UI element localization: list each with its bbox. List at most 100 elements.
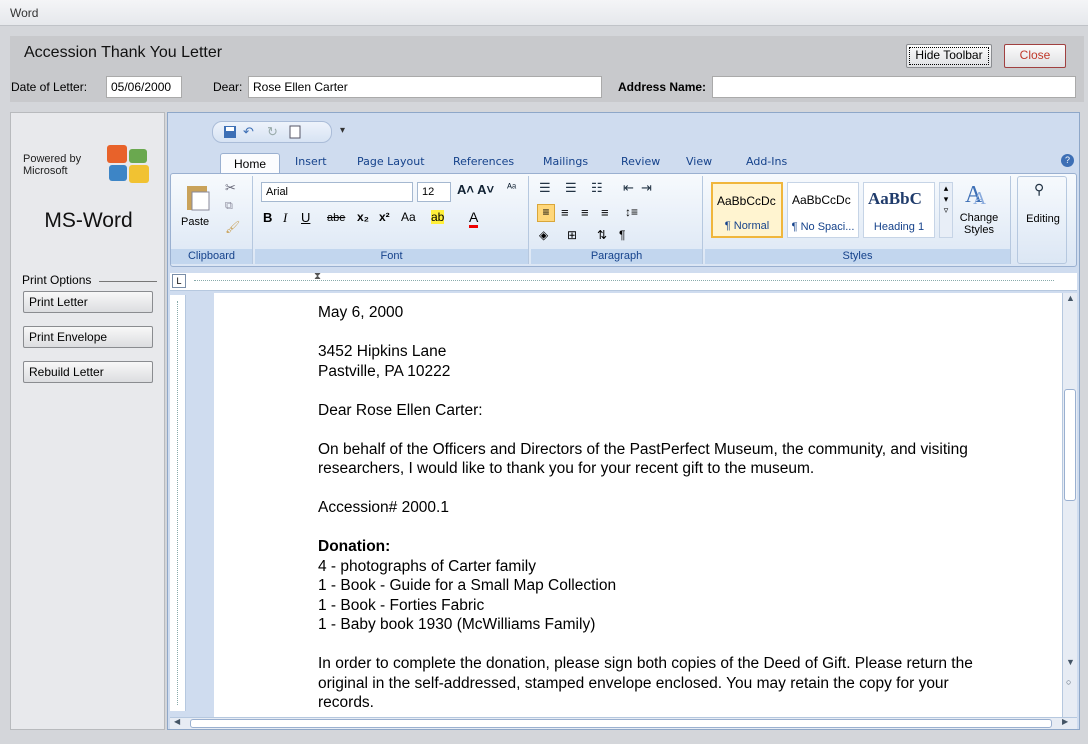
quick-access-toolbar: ↶ ↻	[212, 121, 332, 143]
change-case-icon[interactable]: Aa	[401, 210, 416, 224]
tab-home[interactable]: Home	[220, 153, 280, 175]
borders-icon[interactable]: ⊞	[567, 228, 577, 242]
tab-add-ins[interactable]: Add-Ins	[746, 155, 787, 168]
numbering-icon[interactable]: ☰	[565, 180, 577, 196]
address-line-2: Pastville, PA 10222	[318, 362, 451, 380]
format-painter-icon[interactable]: 🖌	[225, 220, 240, 234]
sort-icon[interactable]: ⇅	[597, 228, 607, 242]
styles-group: AaBbCcDc ¶ Normal AaBbCcDc ¶ No Spaci...…	[705, 176, 1011, 264]
change-styles-button[interactable]: Change Styles	[957, 212, 1001, 236]
tab-page-layout[interactable]: Page Layout	[357, 155, 425, 168]
tab-label: Home	[233, 157, 266, 171]
superscript-icon[interactable]: x²	[379, 210, 390, 224]
scroll-left-icon[interactable]: ◀	[174, 717, 180, 726]
style-preview: AaBbC	[868, 189, 922, 208]
browse-object-icon[interactable]: ○	[1066, 677, 1071, 687]
tab-review[interactable]: Review	[621, 155, 660, 168]
scroll-down-icon[interactable]: ▼	[1066, 657, 1075, 667]
close-button[interactable]: Close	[1004, 44, 1066, 68]
document-body[interactable]: May 6, 2000 3452 Hipkins Lane Pastville,…	[318, 303, 1008, 713]
donation-item: 1 - Baby book 1930 (McWilliams Family)	[318, 616, 596, 633]
new-document-icon[interactable]	[289, 125, 301, 139]
editing-group: ⚲ Editing	[1017, 176, 1067, 264]
style-normal[interactable]: AaBbCcDc ¶ Normal	[711, 182, 783, 238]
undo-icon[interactable]: ↶	[243, 124, 254, 140]
hide-toolbar-button[interactable]: Hide Toolbar	[906, 44, 992, 68]
align-center-icon[interactable]: ≡	[561, 205, 569, 220]
paragraph-group-label: Paragraph	[531, 249, 702, 264]
underline-icon[interactable]: U	[301, 210, 310, 225]
justify-icon[interactable]: ≡	[601, 205, 609, 220]
style-heading-1[interactable]: AaBbC Heading 1	[863, 182, 935, 238]
italic-icon[interactable]: I	[283, 210, 287, 226]
align-left-icon[interactable]: ≡	[537, 204, 555, 222]
horizontal-scrollbar[interactable]: ◀ ▶	[170, 717, 1077, 729]
scroll-thumb[interactable]	[1064, 389, 1076, 501]
binoculars-icon: ⚲	[1034, 181, 1045, 197]
donation-heading: Donation:	[318, 538, 391, 555]
tab-insert[interactable]: Insert	[295, 155, 327, 168]
font-color-icon[interactable]: A	[469, 209, 479, 228]
multilevel-list-icon[interactable]: ☷	[591, 180, 603, 196]
date-field[interactable]: 05/06/2000	[106, 76, 182, 98]
style-no-spacing[interactable]: AaBbCcDc ¶ No Spaci...	[787, 182, 859, 238]
grow-font-icon[interactable]: A˄ A˅	[457, 182, 494, 197]
font-group: Arial 12 A˄ A˅ ᴬᵃ B I U abe x₂ x² Aa ab …	[255, 176, 529, 264]
document-page[interactable]: May 6, 2000 3452 Hipkins Lane Pastville,…	[214, 293, 1062, 717]
qat-dropdown-icon[interactable]: ▾	[340, 125, 345, 136]
paste-icon[interactable]	[185, 182, 211, 212]
strikethrough-icon[interactable]: abe	[327, 212, 345, 224]
font-size-box[interactable]: 12	[417, 182, 451, 202]
tab-view[interactable]: View	[686, 155, 712, 168]
bold-icon[interactable]: B	[263, 210, 272, 225]
help-icon[interactable]: ?	[1061, 154, 1074, 167]
editing-button[interactable]: Editing	[1020, 213, 1066, 225]
line-spacing-icon[interactable]: ↕≡	[625, 205, 638, 219]
tab-mailings[interactable]: Mailings	[543, 155, 588, 168]
decrease-indent-icon[interactable]: ⇤	[623, 180, 634, 196]
clipboard-group: Paste ✂ ⧉ 🖌 Clipboard	[171, 176, 253, 264]
show-formatting-icon[interactable]: ¶	[619, 228, 625, 242]
subscript-icon[interactable]: x₂	[357, 210, 369, 224]
tab-selector-icon[interactable]: L	[172, 274, 186, 288]
clipboard-group-label: Clipboard	[171, 249, 252, 264]
paste-button[interactable]: Paste	[181, 216, 209, 228]
powered-by-text: Powered by	[23, 153, 82, 165]
print-envelope-button[interactable]: Print Envelope	[23, 326, 153, 348]
address-label: Address Name:	[618, 80, 707, 94]
salutation: Dear Rose Ellen Carter:	[318, 401, 483, 419]
clear-format-icon[interactable]: ᴬᵃ	[507, 182, 516, 194]
scroll-up-icon[interactable]: ▲	[1066, 293, 1075, 303]
app-name: MS-Word	[44, 209, 133, 232]
rebuild-letter-button[interactable]: Rebuild Letter	[23, 361, 153, 383]
copy-icon[interactable]: ⧉	[225, 200, 233, 213]
vertical-scrollbar[interactable]: ▲ ▼ ○	[1062, 293, 1077, 717]
shading-icon[interactable]: ◈	[539, 228, 548, 242]
accession-number: Accession# 2000.1	[318, 499, 449, 516]
indent-marker-icon[interactable]: ⧗	[314, 271, 321, 282]
bullets-icon[interactable]: ☰	[539, 180, 551, 196]
styles-scroll[interactable]: ▴ ▾ ▿	[939, 182, 953, 238]
address-field[interactable]	[712, 76, 1076, 98]
ribbon-tabs: Home Insert Page Layout References Maili…	[168, 151, 1081, 175]
scroll-right-icon[interactable]: ▶	[1062, 717, 1068, 726]
form-title: Accession Thank You Letter	[24, 44, 223, 61]
highlight-icon[interactable]: ab	[431, 210, 445, 224]
print-letter-button[interactable]: Print Letter	[23, 291, 153, 313]
redo-icon[interactable]: ↻	[267, 124, 278, 140]
cut-icon[interactable]: ✂	[225, 180, 236, 196]
body-paragraph-2: In order to complete the donation, pleas…	[318, 655, 973, 711]
font-name-box[interactable]: Arial	[261, 182, 413, 202]
svg-text:A: A	[973, 188, 986, 208]
increase-indent-icon[interactable]: ⇥	[641, 180, 652, 196]
align-right-icon[interactable]: ≡	[581, 205, 589, 220]
style-preview: AaBbCcDc	[792, 193, 851, 207]
change-styles-icon: AA	[965, 182, 986, 208]
tab-references[interactable]: References	[453, 155, 514, 168]
donation-item: 1 - Book - Guide for a Small Map Collect…	[318, 577, 617, 594]
dear-field[interactable]: Rose Ellen Carter	[248, 76, 602, 98]
horizontal-ruler[interactable]: L ⧗	[170, 271, 1077, 291]
donation-item: 4 - photographs of Carter family	[318, 557, 536, 575]
hscroll-thumb[interactable]	[190, 719, 1052, 728]
save-icon[interactable]	[223, 125, 237, 139]
